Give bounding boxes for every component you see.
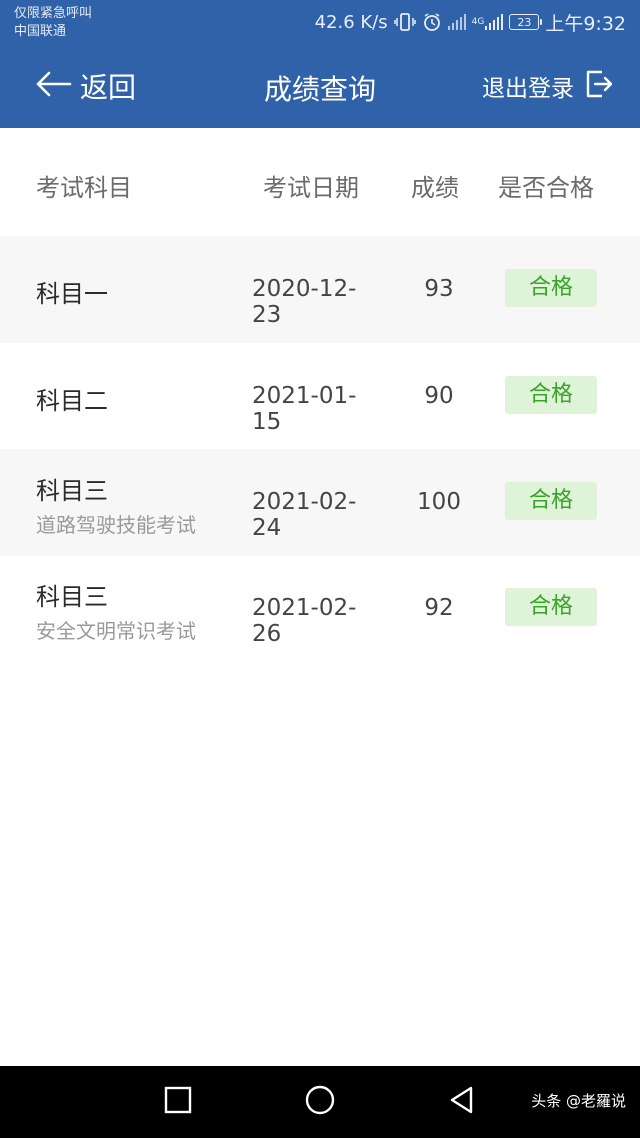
- row-subject: 科目三: [36, 477, 108, 505]
- net-speed: 42.6 K/s: [314, 11, 388, 33]
- table-header: 考试科目 考试日期 成绩 是否合格: [0, 128, 640, 236]
- row-score: 92: [424, 595, 454, 621]
- logout-icon: [584, 69, 614, 103]
- clock: 上午9:32: [545, 12, 626, 35]
- watermark: 头条 @老羅说: [531, 1092, 626, 1110]
- row-subject-detail: 安全文明常识考试: [36, 619, 196, 643]
- table-row[interactable]: 科目三 道路驾驶技能考试 2021-02-24 100 合格: [0, 449, 640, 556]
- status-badge: 合格: [505, 269, 597, 307]
- app-header: 仅限紧急呼叫 中国联通 42.6 K/s 4G 23 上午9:32 返回 成绩查…: [0, 0, 640, 128]
- header-pass: 是否合格: [498, 174, 594, 202]
- vibrate-icon: [393, 12, 416, 32]
- row-date: 2020-12-23: [252, 276, 357, 328]
- table-row[interactable]: 科目三 安全文明常识考试 2021-02-26 92 合格: [0, 555, 640, 662]
- table-row[interactable]: 科目二 2021-01-15 90 合格: [0, 343, 640, 450]
- header-subject: 考试科目: [36, 174, 132, 202]
- row-subject: 科目三: [36, 583, 108, 611]
- carrier-info: 仅限紧急呼叫 中国联通: [14, 5, 92, 41]
- network-type: 4G: [471, 16, 485, 27]
- row-subject: 科目二: [36, 387, 108, 415]
- home-button[interactable]: [290, 1066, 350, 1138]
- alarm-icon: [422, 12, 442, 32]
- status-bar: 仅限紧急呼叫 中国联通 42.6 K/s 4G 23 上午9:32: [0, 0, 640, 44]
- triangle-back-icon: [447, 1085, 477, 1119]
- cellular-signal-icon: 4G: [472, 14, 504, 30]
- square-icon: [163, 1085, 193, 1119]
- table-row[interactable]: 科目一 2020-12-23 93 合格: [0, 236, 640, 343]
- status-icons: 42.6 K/s 4G 23 上午9:32: [315, 9, 626, 35]
- row-score: 100: [417, 489, 461, 515]
- status-badge: 合格: [505, 588, 597, 626]
- system-nav-bar: 头条 @老羅说: [0, 1066, 640, 1138]
- back-nav-button[interactable]: [432, 1066, 492, 1138]
- recent-apps-button[interactable]: [148, 1066, 208, 1138]
- carrier-line-2: 中国联通: [14, 24, 67, 39]
- carrier-line-1: 仅限紧急呼叫: [14, 6, 93, 21]
- row-subject-detail: 道路驾驶技能考试: [36, 513, 196, 537]
- logout-button[interactable]: 退出登录: [482, 66, 614, 106]
- row-score: 93: [424, 276, 454, 302]
- wifi-signal-off-icon: [447, 14, 466, 30]
- row-date: 2021-01-15: [252, 383, 357, 435]
- header-date: 考试日期: [263, 174, 359, 202]
- circle-icon: [304, 1084, 336, 1120]
- status-badge: 合格: [505, 376, 597, 414]
- status-badge: 合格: [505, 482, 597, 520]
- row-date: 2021-02-24: [252, 489, 357, 541]
- nav-bar: 返回 成绩查询 退出登录: [0, 44, 640, 128]
- battery-icon: 23: [509, 14, 543, 30]
- row-date: 2021-02-26: [252, 595, 357, 647]
- header-score: 成绩: [411, 174, 459, 202]
- logout-label: 退出登录: [482, 76, 574, 102]
- row-score: 90: [424, 383, 454, 409]
- row-subject: 科目一: [36, 280, 108, 308]
